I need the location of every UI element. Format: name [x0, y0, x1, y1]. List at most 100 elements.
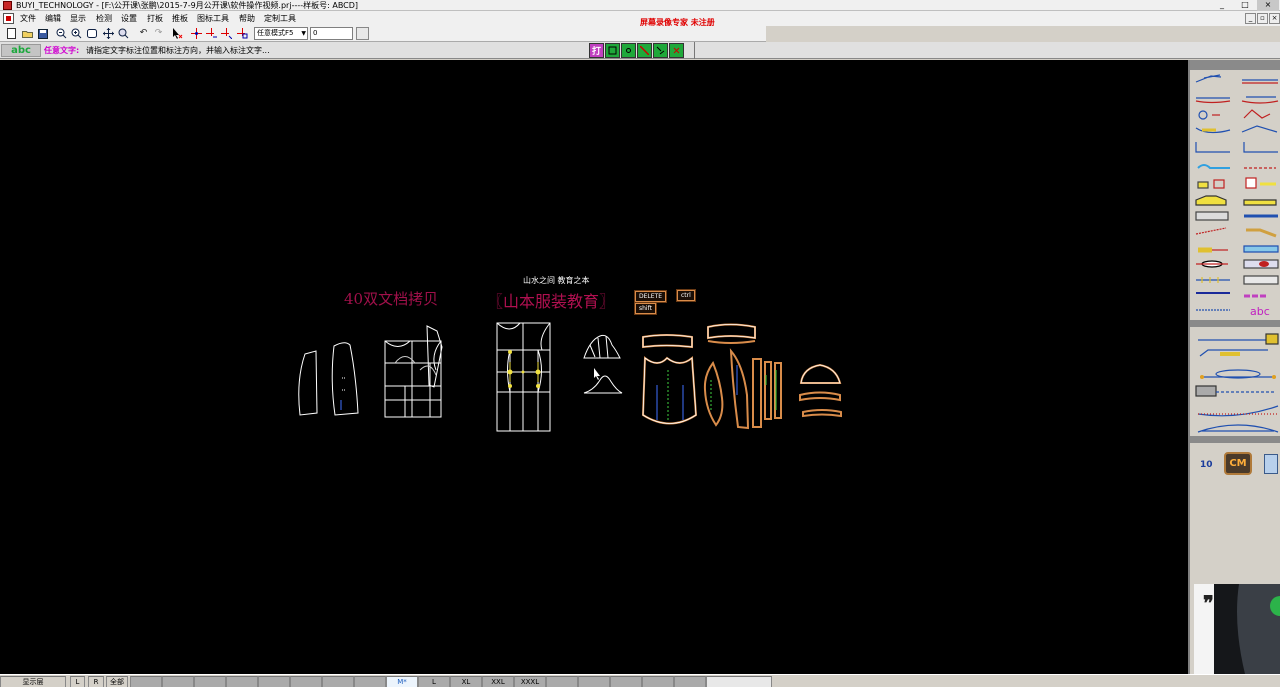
menu-help[interactable]: 帮助 — [239, 11, 255, 26]
prompt-separator — [694, 42, 695, 59]
watermark-left: 40双文档拷贝 — [344, 290, 439, 308]
construction-points — [507, 350, 541, 388]
drawing-canvas[interactable]: 山水之间 教育之本 40双文档拷贝 〖山本服装教育〗 DELETE ctrl s… — [0, 60, 1188, 674]
size-empty-cell[interactable] — [162, 676, 194, 687]
size-empty-cell[interactable] — [226, 676, 258, 687]
zoom-window-icon[interactable] — [87, 28, 98, 39]
size-xxl[interactable]: XXL — [482, 676, 514, 687]
svg-text:❞: ❞ — [1203, 591, 1214, 615]
size-empty-cell[interactable] — [578, 676, 610, 687]
menu-edit[interactable]: 编辑 — [45, 11, 61, 26]
zoom-fit-icon[interactable] — [118, 28, 129, 39]
size-empty-cell[interactable] — [194, 676, 226, 687]
document-icon[interactable] — [3, 13, 14, 24]
key-shift-badge: shift — [634, 302, 657, 315]
menu-view[interactable]: 显示 — [70, 11, 86, 26]
current-tool-indicator: abc — [1, 44, 41, 57]
menu-settings[interactable]: 设置 — [121, 11, 137, 26]
watermark-center: 〖山本服装教育〗 — [487, 292, 616, 311]
menu-file[interactable]: 文件 — [20, 11, 36, 26]
panel-header — [1190, 60, 1280, 70]
snap-print-button[interactable]: 打 — [589, 43, 604, 58]
status-cell-l[interactable]: L — [70, 676, 85, 687]
app-icon — [3, 1, 12, 10]
snap-midpoint-icon[interactable] — [621, 43, 636, 58]
mdi-restore-button[interactable]: ▫ — [1257, 13, 1268, 24]
select-cursor-icon[interactable] — [172, 28, 183, 39]
menu-icon-tools[interactable]: 图标工具 — [197, 11, 229, 26]
size-empty-cell[interactable] — [674, 676, 706, 687]
bodice-draft-2 — [496, 322, 551, 432]
size-xl[interactable]: XL — [450, 676, 482, 687]
redo-icon[interactable]: ↷ — [153, 28, 164, 39]
mode-select-value: 任意模式F5 — [257, 29, 294, 37]
status-cell-r[interactable]: R — [88, 676, 104, 687]
mdi-close-button[interactable]: × — [1269, 13, 1280, 24]
pick-tool-icon[interactable] — [356, 27, 369, 40]
unit-cm-button[interactable]: CM — [1224, 452, 1252, 475]
panel-divider-1 — [1190, 320, 1280, 327]
zoom-in-icon[interactable] — [71, 28, 82, 39]
mouse-cursor — [594, 368, 600, 380]
bodice-draft-1 — [384, 325, 443, 418]
size-empty-cell[interactable] — [642, 676, 674, 687]
size-l[interactable]: L — [418, 676, 450, 687]
right-tool-panel: abc 10 CM ❞ — [1188, 60, 1280, 674]
status-cell-all[interactable]: 全部 — [106, 676, 128, 687]
menu-bar: 文件 编辑 显示 检测 设置 打板 推板 图标工具 帮助 定制工具 屏幕录像专家… — [0, 11, 1280, 27]
pan-icon[interactable] — [103, 28, 114, 39]
undo-icon[interactable]: ↶ — [138, 28, 149, 39]
save-icon[interactable] — [37, 28, 48, 39]
status-message-area — [706, 676, 772, 687]
webcam-overlay: ❞ — [1194, 584, 1280, 674]
new-file-icon[interactable] — [6, 28, 17, 39]
status-bar: 显示层 L R 全部 M* L XL XXL XXXL — [0, 674, 1280, 687]
size-m-base[interactable]: M* — [386, 676, 418, 687]
menu-check[interactable]: 检测 — [96, 11, 112, 26]
maximize-button[interactable]: □ — [1234, 0, 1256, 11]
size-empty-cell[interactable] — [322, 676, 354, 687]
zoom-out-icon[interactable] — [56, 28, 67, 39]
abc-text-tool: abc — [1250, 305, 1270, 318]
snap-intersection-icon[interactable] — [653, 43, 668, 58]
cut-point-icon[interactable] — [221, 28, 232, 39]
menu-pattern[interactable]: 打板 — [147, 11, 163, 26]
add-point-icon[interactable] — [191, 28, 202, 39]
key-ctrl-badge: ctrl — [676, 289, 696, 302]
panel-divider-2 — [1190, 436, 1280, 443]
pattern-inner-lines — [642, 324, 841, 424]
menu-custom-tools[interactable]: 定制工具 — [264, 11, 296, 26]
snap-endpoint-icon[interactable] — [605, 43, 620, 58]
measure-point-icon[interactable] — [237, 28, 248, 39]
window-title: BUYI_TECHNOLOGY - [F:\公开课\张鹏\2015-7-9月公开… — [16, 1, 359, 10]
size-empty-cell[interactable] — [354, 676, 386, 687]
sleeve-pieces — [298, 342, 359, 416]
layer-button[interactable]: 显示层 — [0, 676, 66, 687]
snap-off-icon[interactable] — [669, 43, 684, 58]
scale-value: 10 — [1200, 460, 1213, 470]
size-empty-cell[interactable] — [546, 676, 578, 687]
close-button[interactable]: × — [1257, 0, 1279, 11]
tool-grid[interactable]: abc — [1190, 70, 1280, 330]
move-point-icon[interactable] — [206, 28, 217, 39]
command-prompt-bar: abc 任意文字: 请指定文字标注位置和标注方向，并输入标注文字... 打 — [0, 42, 1280, 59]
mdi-minimize-button[interactable]: _ — [1245, 13, 1256, 24]
calculator-icon[interactable] — [1264, 454, 1278, 474]
size-empty-cell[interactable] — [290, 676, 322, 687]
open-folder-icon[interactable] — [22, 28, 33, 39]
snap-line-icon[interactable] — [637, 43, 652, 58]
collar-curves — [583, 334, 623, 394]
size-empty-cell[interactable] — [130, 676, 162, 687]
size-empty-cell[interactable] — [610, 676, 642, 687]
prompt-label: 任意文字: — [44, 46, 80, 55]
graded-pieces — [641, 323, 842, 430]
mode-select[interactable]: 任意模式F5 ▼ — [254, 27, 308, 40]
size-xxxl[interactable]: XXXL — [514, 676, 546, 687]
value-input[interactable]: 0 — [310, 27, 353, 40]
size-empty-cell[interactable] — [258, 676, 290, 687]
measure-tools[interactable] — [1190, 330, 1280, 436]
key-delete-badge: DELETE — [633, 290, 668, 303]
menu-grading[interactable]: 推板 — [172, 11, 188, 26]
prompt-message: 请指定文字标注位置和标注方向，并输入标注文字... — [86, 46, 270, 55]
minimize-button[interactable]: _ — [1211, 0, 1233, 11]
